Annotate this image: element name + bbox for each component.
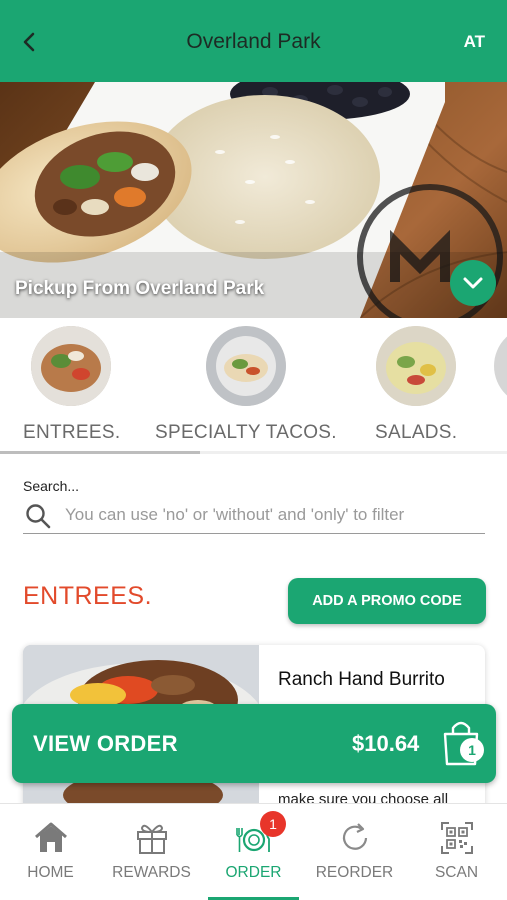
search-label: Search... [23, 478, 80, 494]
order-total: $10.64 [352, 731, 420, 756]
pickup-location-caption: Pickup From Overland Park [15, 278, 265, 299]
category-specialty-tacos-image [206, 326, 286, 406]
tab-order-label: ORDER [225, 864, 282, 881]
menu-search: Search... [0, 458, 507, 548]
chevron-down-icon [463, 277, 483, 289]
tab-reorder[interactable]: REORDER [304, 804, 405, 900]
category-specialty-tacos-label: SPECIALTY TACOS. [155, 422, 337, 443]
gift-icon [137, 824, 167, 854]
refresh-icon [342, 823, 368, 850]
add-promo-code-button[interactable]: ADD A PROMO CODE [288, 578, 486, 624]
view-order-label: VIEW ORDER [33, 731, 178, 756]
tab-rewards[interactable]: REWARDS [101, 804, 202, 900]
category-specialty-tacos[interactable]: SPECIALTY TACOS. [150, 318, 350, 456]
category-carousel[interactable]: ENTREES. SPECIALTY TACOS. SALADS. [0, 318, 507, 456]
search-underline [23, 533, 485, 534]
tab-scan[interactable]: SCAN [406, 804, 507, 900]
tab-home[interactable]: HOME [0, 804, 101, 900]
expand-location-button[interactable] [450, 260, 496, 306]
category-salads[interactable]: SALADS. [365, 318, 485, 456]
bottom-tab-bar: HOME REWARDS 1 ORDER REORDER SCAN [0, 803, 507, 900]
order-count-badge: 1 [260, 811, 286, 837]
search-input[interactable] [65, 500, 433, 530]
category-salads-image [376, 326, 456, 406]
qr-code-icon [441, 822, 473, 854]
tab-order[interactable]: 1 ORDER [203, 804, 304, 900]
category-next-partial[interactable] [494, 318, 507, 456]
category-entrees[interactable]: ENTREES. [0, 318, 140, 456]
category-next-image [494, 326, 507, 406]
view-order-button[interactable]: VIEW ORDER $10.64 1 [12, 704, 496, 783]
tab-reorder-label: REORDER [315, 864, 394, 881]
tab-scan-label: SCAN [434, 864, 479, 881]
carousel-scroll-thumb[interactable] [0, 451, 200, 454]
section-title-entrees: ENTREES. [23, 582, 153, 610]
tab-home-label: HOME [27, 864, 74, 881]
page-title: Overland Park [186, 30, 321, 53]
category-entrees-label: ENTREES. [23, 422, 121, 443]
user-avatar-initials[interactable]: AT [464, 32, 485, 52]
app-header: Overland Park AT [0, 0, 507, 82]
home-icon [35, 822, 67, 852]
category-salads-label: SALADS. [375, 422, 458, 443]
tab-rewards-label: REWARDS [112, 864, 191, 881]
menu-item-name: Ranch Hand Burrito [278, 669, 445, 690]
hero-banner: Pickup From Overland Park [0, 82, 507, 318]
category-entrees-image [31, 326, 111, 406]
cart-item-count-badge: 1 [460, 738, 484, 762]
search-icon [26, 504, 51, 529]
